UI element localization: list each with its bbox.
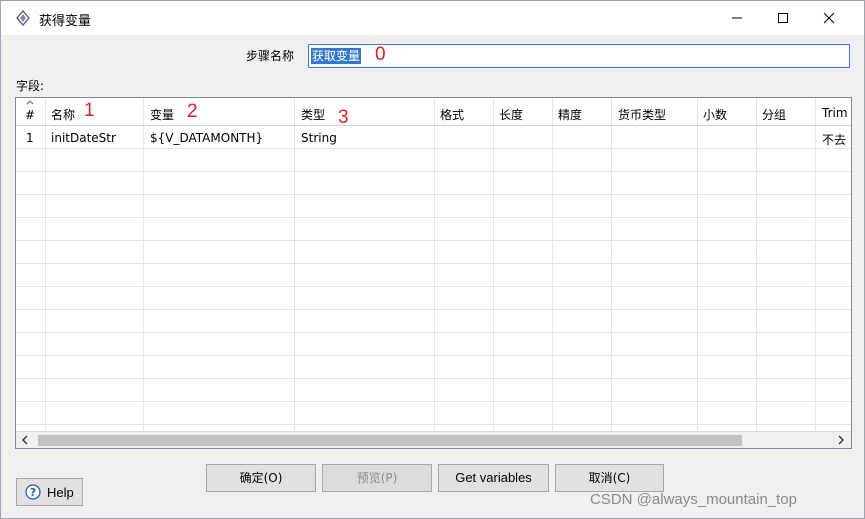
col-header-currency[interactable]: 货币类型	[618, 106, 666, 123]
step-name-input[interactable]: 获取变量	[308, 44, 850, 68]
watermark: CSDN @always_mountain_top	[590, 491, 797, 508]
ok-button[interactable]: 确定(O)	[206, 464, 316, 492]
kettle-step-icon	[16, 10, 30, 26]
row-1-type-cell[interactable]: String	[301, 131, 337, 145]
col-header-index[interactable]: #	[25, 108, 35, 122]
close-icon	[823, 12, 835, 24]
col-header-format[interactable]: 格式	[440, 106, 464, 123]
col-header-decimal[interactable]: 小数	[703, 106, 727, 123]
col-header-type[interactable]: 类型	[301, 106, 325, 123]
horizontal-scrollbar[interactable]	[16, 431, 851, 448]
annotation-3: 3	[338, 107, 349, 128]
col-header-name[interactable]: 名称	[51, 106, 75, 123]
scroll-right-icon[interactable]	[835, 434, 847, 446]
step-name-label: 步骤名称	[246, 49, 295, 63]
help-icon: ?	[25, 484, 41, 500]
maximize-button[interactable]	[760, 1, 806, 35]
help-label: Help	[47, 485, 74, 500]
window-title: 获得变量	[39, 14, 92, 29]
fields-label: 字段:	[16, 79, 45, 93]
fields-table[interactable]: # 名称 变量 类型 格式 长度 精度 货币类型 小数 分组 Trim 1 2 …	[15, 97, 852, 449]
minimize-icon	[732, 17, 742, 19]
title-bar[interactable]: 获得变量	[1, 1, 864, 35]
sort-caret-icon	[26, 100, 34, 105]
row-1-variable-cell[interactable]: ${V_DATAMONTH}	[150, 131, 263, 145]
col-header-group[interactable]: 分组	[762, 106, 786, 123]
table-grid	[16, 98, 851, 432]
col-header-variable[interactable]: 变量	[150, 106, 174, 123]
annotation-2: 2	[187, 101, 198, 122]
dialog-window: 获得变量 步骤名称 获取变量 0 字段: # 名称 变量 类型 格式 长度 精度…	[0, 0, 865, 519]
col-header-length[interactable]: 长度	[499, 106, 523, 123]
row-1-name-cell[interactable]: initDateStr	[51, 131, 116, 145]
scrollbar-thumb[interactable]	[38, 435, 742, 446]
annotation-0: 0	[375, 44, 386, 65]
col-header-precision[interactable]: 精度	[558, 106, 582, 123]
maximize-icon	[778, 13, 788, 23]
step-name-value: 获取变量	[311, 48, 362, 64]
row-1-index: 1	[26, 131, 34, 145]
close-button[interactable]	[806, 1, 852, 35]
cancel-button[interactable]: 取消(C)	[555, 464, 664, 492]
annotation-1: 1	[84, 100, 95, 121]
row-1-trim-cell[interactable]: 不去	[822, 131, 846, 148]
minimize-button[interactable]	[714, 1, 760, 35]
svg-text:?: ?	[30, 486, 36, 499]
col-header-trim[interactable]: Trim	[822, 106, 848, 120]
get-variables-button[interactable]: Get variables	[438, 464, 549, 492]
preview-button[interactable]: 预览(P)	[322, 464, 432, 492]
scroll-left-icon[interactable]	[19, 434, 31, 446]
help-button[interactable]: ? Help	[16, 478, 83, 506]
